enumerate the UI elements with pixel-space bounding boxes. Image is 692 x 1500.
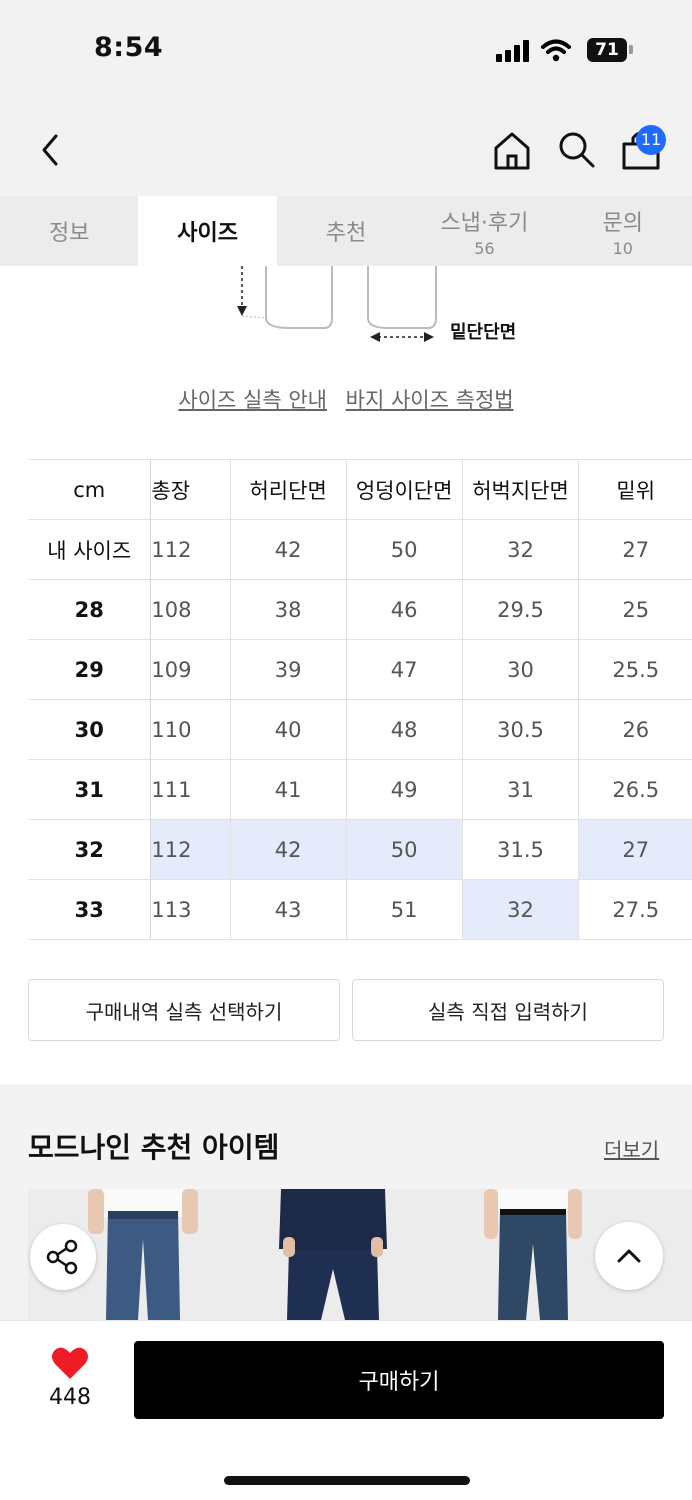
- table-cell: 31: [461, 759, 579, 820]
- tab-label: 사이즈: [177, 221, 238, 246]
- chevron-up-icon: [617, 1249, 641, 1263]
- row-label: 33: [28, 879, 152, 940]
- wifi-icon: [541, 39, 571, 62]
- table-cell: 39: [229, 639, 347, 700]
- tab-info[interactable]: 정보: [0, 196, 138, 266]
- table-cell: 38: [229, 579, 347, 640]
- table-cell: 51: [345, 879, 463, 940]
- tab-count: 56: [474, 238, 495, 258]
- row-label: 31: [28, 759, 152, 820]
- tab-count: 10: [612, 238, 633, 258]
- table-cell-match: 42: [229, 819, 347, 880]
- tab-label: 정보: [48, 221, 90, 246]
- table-cell: 41: [229, 759, 347, 820]
- table-cell-match: 27: [578, 819, 692, 880]
- top-area: 8:54 71 11: [0, 0, 692, 196]
- battery-indicator: 71: [587, 38, 627, 62]
- direct-input-button[interactable]: 실측 직접 입력하기: [352, 979, 664, 1041]
- like-count: 448: [49, 1385, 91, 1410]
- table-cell: 26: [578, 699, 692, 760]
- product-image[interactable]: [273, 1189, 393, 1320]
- pants-measure-method-link[interactable]: 바지 사이즈 측정법: [346, 388, 514, 412]
- battery-tip: [629, 45, 633, 54]
- back-icon[interactable]: [32, 130, 68, 170]
- table-cell: 29.5: [461, 579, 579, 640]
- table-cell: 30: [461, 639, 579, 700]
- hem-width-label: 밑단단면: [450, 322, 517, 343]
- signal-icon: [496, 40, 532, 62]
- product-tabs: 정보 사이즈 추천 스냅·후기 56 문의 10: [0, 196, 692, 266]
- table-cell: 27: [578, 519, 692, 580]
- table-cell: 42: [229, 519, 347, 580]
- recommend-title: 모드나인 추천 아이템: [28, 1131, 280, 1164]
- table-cell-match: 50: [345, 819, 463, 880]
- row-label: 28: [28, 579, 152, 640]
- column-header: 밑위: [578, 459, 692, 520]
- table-cell-match: 112: [150, 819, 231, 880]
- product-image[interactable]: [478, 1189, 588, 1320]
- row-label: 내 사이즈: [28, 519, 152, 580]
- more-link[interactable]: 더보기: [604, 1134, 659, 1163]
- share-icon: [46, 1239, 78, 1275]
- table-cell: 109: [150, 639, 231, 700]
- column-header: 엉덩이단면: [345, 459, 463, 520]
- table-cell: 48: [345, 699, 463, 760]
- table-cell: 30.5: [461, 699, 579, 760]
- table-cell: 113: [150, 879, 231, 940]
- cart-count-badge: 11: [636, 125, 666, 155]
- share-button[interactable]: [30, 1224, 96, 1290]
- tab-snap-review[interactable]: 스냅·후기 56: [415, 196, 553, 266]
- column-header: 허리단면: [229, 459, 347, 520]
- actual-size-guide-link[interactable]: 사이즈 실측 안내: [178, 388, 327, 412]
- home-icon[interactable]: [490, 128, 534, 172]
- home-indicator: [224, 1476, 470, 1485]
- buy-button[interactable]: 구매하기: [134, 1341, 664, 1419]
- row-label: 32: [28, 819, 152, 880]
- table-cell: 43: [229, 879, 347, 940]
- table-cell: 50: [345, 519, 463, 580]
- tab-label: 추천: [325, 221, 367, 246]
- table-cell: 47: [345, 639, 463, 700]
- table-cell: 46: [345, 579, 463, 640]
- table-row: 33 113 43 51 32 27.5: [28, 879, 692, 940]
- table-row: 32 112 42 50 31.5 27: [28, 819, 692, 880]
- table-row: 29 109 39 47 30 25.5: [28, 639, 692, 700]
- table-row-my-size: 내 사이즈 112 42 50 32 27: [28, 519, 692, 580]
- tab-label: 스냅·후기: [440, 210, 529, 236]
- table-cell: 25.5: [578, 639, 692, 700]
- table-row: 31 111 41 49 31 26.5: [28, 759, 692, 820]
- table-cell: 49: [345, 759, 463, 820]
- table-row: 28 108 38 46 29.5 25: [28, 579, 692, 640]
- table-cell-match: 32: [461, 879, 579, 940]
- table-row: 30 110 40 48 30.5 26: [28, 699, 692, 760]
- table-cell: 26.5: [578, 759, 692, 820]
- table-cell: 40: [229, 699, 347, 760]
- table-cell: 25: [578, 579, 692, 640]
- tab-label: 문의: [602, 210, 643, 236]
- size-guide-links: 사이즈 실측 안내 바지 사이즈 측정법: [0, 384, 692, 414]
- search-icon[interactable]: [555, 128, 597, 172]
- table-cell: 31.5: [461, 819, 579, 880]
- table-cell: 111: [150, 759, 231, 820]
- column-header: cm: [28, 459, 152, 520]
- recommend-product-strip[interactable]: [28, 1189, 692, 1320]
- table-cell: 32: [461, 519, 579, 580]
- row-label: 30: [28, 699, 152, 760]
- row-label: 29: [28, 639, 152, 700]
- scroll-top-button[interactable]: [595, 1222, 663, 1290]
- tab-inquiry[interactable]: 문의 10: [554, 196, 692, 266]
- size-table: cm 총장 허리단면 엉덩이단면 허벅지단면 밑위 내 사이즈 112 42 5…: [28, 459, 692, 940]
- heart-icon[interactable]: [51, 1346, 89, 1380]
- table-header-row: cm 총장 허리단면 엉덩이단면 허벅지단면 밑위: [28, 459, 692, 520]
- table-cell: 110: [150, 699, 231, 760]
- tab-recommend[interactable]: 추천: [277, 196, 415, 266]
- tab-size[interactable]: 사이즈: [138, 196, 277, 266]
- select-purchase-history-button[interactable]: 구매내역 실측 선택하기: [28, 979, 340, 1041]
- table-cell: 112: [150, 519, 231, 580]
- table-cell: 108: [150, 579, 231, 640]
- column-header: 허벅지단면: [461, 459, 579, 520]
- table-cell: 27.5: [578, 879, 692, 940]
- column-header: 총장: [150, 459, 231, 520]
- status-time: 8:54: [94, 32, 164, 63]
